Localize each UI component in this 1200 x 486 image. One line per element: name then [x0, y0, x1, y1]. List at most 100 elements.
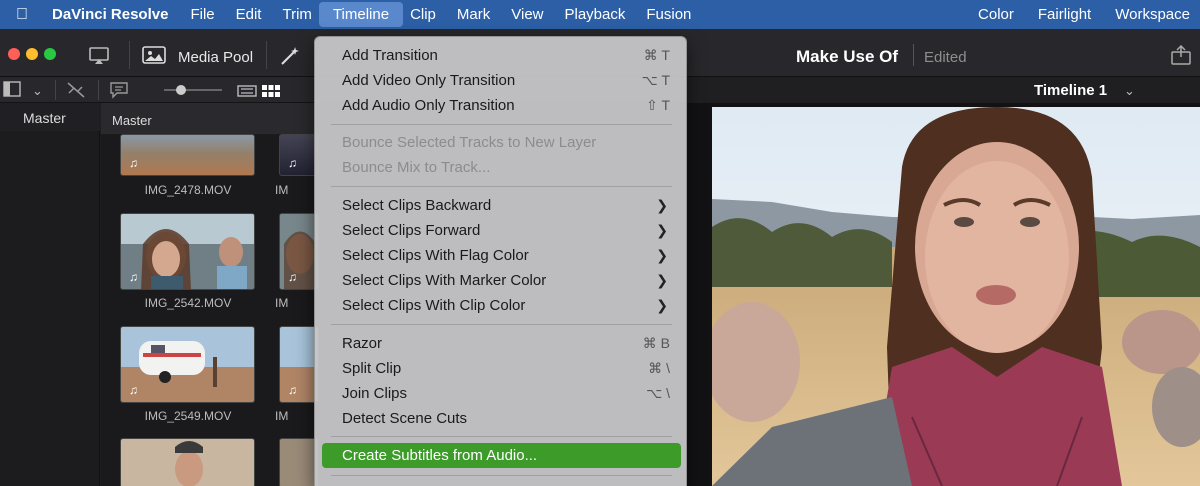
menu-item-select-clips-forward[interactable]: Select Clips Forward ❯ [315, 218, 688, 243]
media-pool-icon[interactable] [142, 45, 166, 70]
chevron-right-icon: ❯ [656, 197, 668, 213]
menu-item-label: Split Clip [342, 360, 402, 377]
apple-icon[interactable]:  [12, 6, 32, 24]
clip-thumbnail[interactable]: ♫ [279, 213, 319, 290]
timeline-selector[interactable]: Timeline 1 [1034, 82, 1107, 99]
project-status: Edited [924, 49, 967, 66]
chevron-right-icon: ❯ [656, 222, 668, 238]
menu-separator [331, 475, 672, 476]
menu-item-shortcut: ⇧ T [646, 97, 670, 113]
menu-file[interactable]: File [190, 2, 214, 27]
menu-item-select-clips-flag-color[interactable]: Select Clips With Flag Color ❯ [315, 243, 688, 268]
menu-clip[interactable]: Clip [410, 2, 436, 27]
bin-list-panel: Master [0, 103, 100, 486]
effects-wand-icon[interactable] [278, 44, 302, 73]
menu-item-label: Select Clips Backward [342, 197, 492, 214]
menu-fusion[interactable]: Fusion [646, 2, 691, 27]
thumbnail-view-icon[interactable] [261, 82, 281, 103]
menu-trim[interactable]: Trim [282, 2, 311, 27]
audio-note-icon: ♫ [129, 156, 138, 170]
menu-item-label: Select Clips With Flag Color [342, 247, 529, 264]
media-pool-bin-label: Master [112, 113, 152, 128]
menu-item-label: Add Video Only Transition [342, 72, 516, 89]
clip-thumbnail[interactable]: ♫ [279, 134, 319, 176]
audio-note-icon: ♫ [129, 383, 138, 397]
title-divider [913, 44, 914, 66]
clip-thumbnail[interactable] [120, 438, 255, 486]
audio-note-icon: ♫ [288, 270, 297, 284]
menu-item-select-clips-marker-color[interactable]: Select Clips With Marker Color ❯ [315, 268, 688, 293]
menu-item-select-clips-clip-color[interactable]: Select Clips With Clip Color ❯ [315, 293, 688, 318]
toolbar-divider [129, 41, 130, 69]
workspace-toggle-icon[interactable] [88, 44, 110, 71]
zoom-slider-track[interactable] [164, 89, 222, 91]
toolbar-divider [266, 41, 267, 69]
list-view-icon[interactable] [237, 82, 257, 103]
master-bin-item[interactable]: Master [23, 110, 66, 126]
menu-item-bounce-mix-to-track: Bounce Mix to Track... [315, 155, 688, 180]
timeline-dropdown-menu: Add Transition ⌘ T Add Video Only Transi… [314, 36, 687, 486]
minimize-window-button[interactable] [26, 48, 38, 60]
clip-thumbnail[interactable]: ♫ [120, 213, 255, 290]
clip-thumbnail[interactable]: ♫ [120, 134, 255, 176]
audio-note-icon: ♫ [129, 270, 138, 284]
clip-name-truncated: IM [275, 409, 289, 423]
clip-thumbnail[interactable]: ♫ [120, 326, 255, 403]
chevron-down-icon[interactable]: ⌄ [1124, 83, 1135, 99]
menu-item-add-transition[interactable]: Add Transition ⌘ T [315, 43, 688, 68]
menu-fairlight[interactable]: Fairlight [1038, 6, 1091, 23]
menu-mark[interactable]: Mark [457, 2, 490, 27]
menu-separator [331, 124, 672, 125]
link-icon[interactable] [66, 81, 86, 104]
clip-thumbnail[interactable] [279, 438, 319, 486]
menu-app-name[interactable]: DaVinci Resolve [52, 6, 168, 23]
menu-color[interactable]: Color [978, 6, 1014, 23]
menu-item-split-clip[interactable]: Split Clip ⌘ \ [315, 356, 688, 381]
chevron-down-icon[interactable]: ⌄ [32, 83, 43, 99]
menu-item-shortcut: ⌥ T [641, 72, 670, 88]
menu-separator [331, 186, 672, 187]
audio-note-icon: ♫ [288, 156, 297, 170]
menu-playback[interactable]: Playback [565, 2, 626, 27]
menu-item-label: Bounce Selected Tracks to New Layer [342, 134, 597, 151]
close-window-button[interactable] [8, 48, 20, 60]
chevron-right-icon: ❯ [656, 247, 668, 263]
menu-item-label: Razor [342, 335, 383, 352]
menu-item-bounce-selected-tracks: Bounce Selected Tracks to New Layer [315, 130, 688, 155]
menu-item-razor[interactable]: Razor ⌘ B [315, 331, 688, 356]
menu-item-label: Create Subtitles from Audio... [342, 447, 538, 464]
menu-item-detect-scene-cuts[interactable]: Detect Scene Cuts [315, 406, 688, 431]
menu-item-create-subtitles-from-audio[interactable]: Create Subtitles from Audio... [322, 443, 681, 468]
menu-separator [331, 324, 672, 325]
menu-item-add-audio-only-transition[interactable]: Add Audio Only Transition ⇧ T [315, 93, 688, 118]
clip-thumbnail[interactable]: ♫ [279, 326, 319, 403]
menu-item-join-clips[interactable]: Join Clips ⌥ \ [315, 381, 688, 406]
clip-name: IMG_2478.MOV [144, 183, 232, 197]
share-icon[interactable] [1170, 44, 1192, 70]
menu-workspace[interactable]: Workspace [1115, 6, 1190, 23]
clip-name-truncated: IM [275, 296, 289, 310]
menu-item-label: Bounce Mix to Track... [342, 159, 491, 176]
audio-note-icon: ♫ [288, 383, 297, 397]
zoom-slider-handle[interactable] [176, 85, 186, 95]
video-viewer-frame[interactable] [712, 107, 1200, 486]
menu-item-label: Detect Scene Cuts [342, 410, 468, 427]
davinci-resolve-window:  DaVinci Resolve File Edit Trim Timelin… [0, 0, 1200, 486]
menu-item-select-clips-backward[interactable]: Select Clips Backward ❯ [315, 193, 688, 218]
comment-icon[interactable] [109, 81, 129, 104]
sidebar-toggle-icon[interactable] [3, 81, 21, 102]
media-pool-button[interactable]: Media Pool [178, 49, 253, 66]
menu-view[interactable]: View [511, 2, 543, 27]
project-title: Make Use Of [796, 47, 899, 66]
menu-item-shortcut: ⌘ \ [648, 360, 670, 376]
chevron-right-icon: ❯ [656, 272, 668, 288]
menu-item-add-video-only-transition[interactable]: Add Video Only Transition ⌥ T [315, 68, 688, 93]
menu-item-label: Select Clips With Marker Color [342, 272, 547, 289]
menu-edit[interactable]: Edit [236, 2, 262, 27]
chevron-right-icon: ❯ [656, 297, 668, 313]
menu-separator [331, 436, 672, 437]
menu-timeline[interactable]: Timeline [318, 2, 404, 27]
menu-item-shortcut: ⌥ \ [646, 385, 670, 401]
clip-name: IMG_2542.MOV [144, 296, 232, 310]
zoom-window-button[interactable] [44, 48, 56, 60]
